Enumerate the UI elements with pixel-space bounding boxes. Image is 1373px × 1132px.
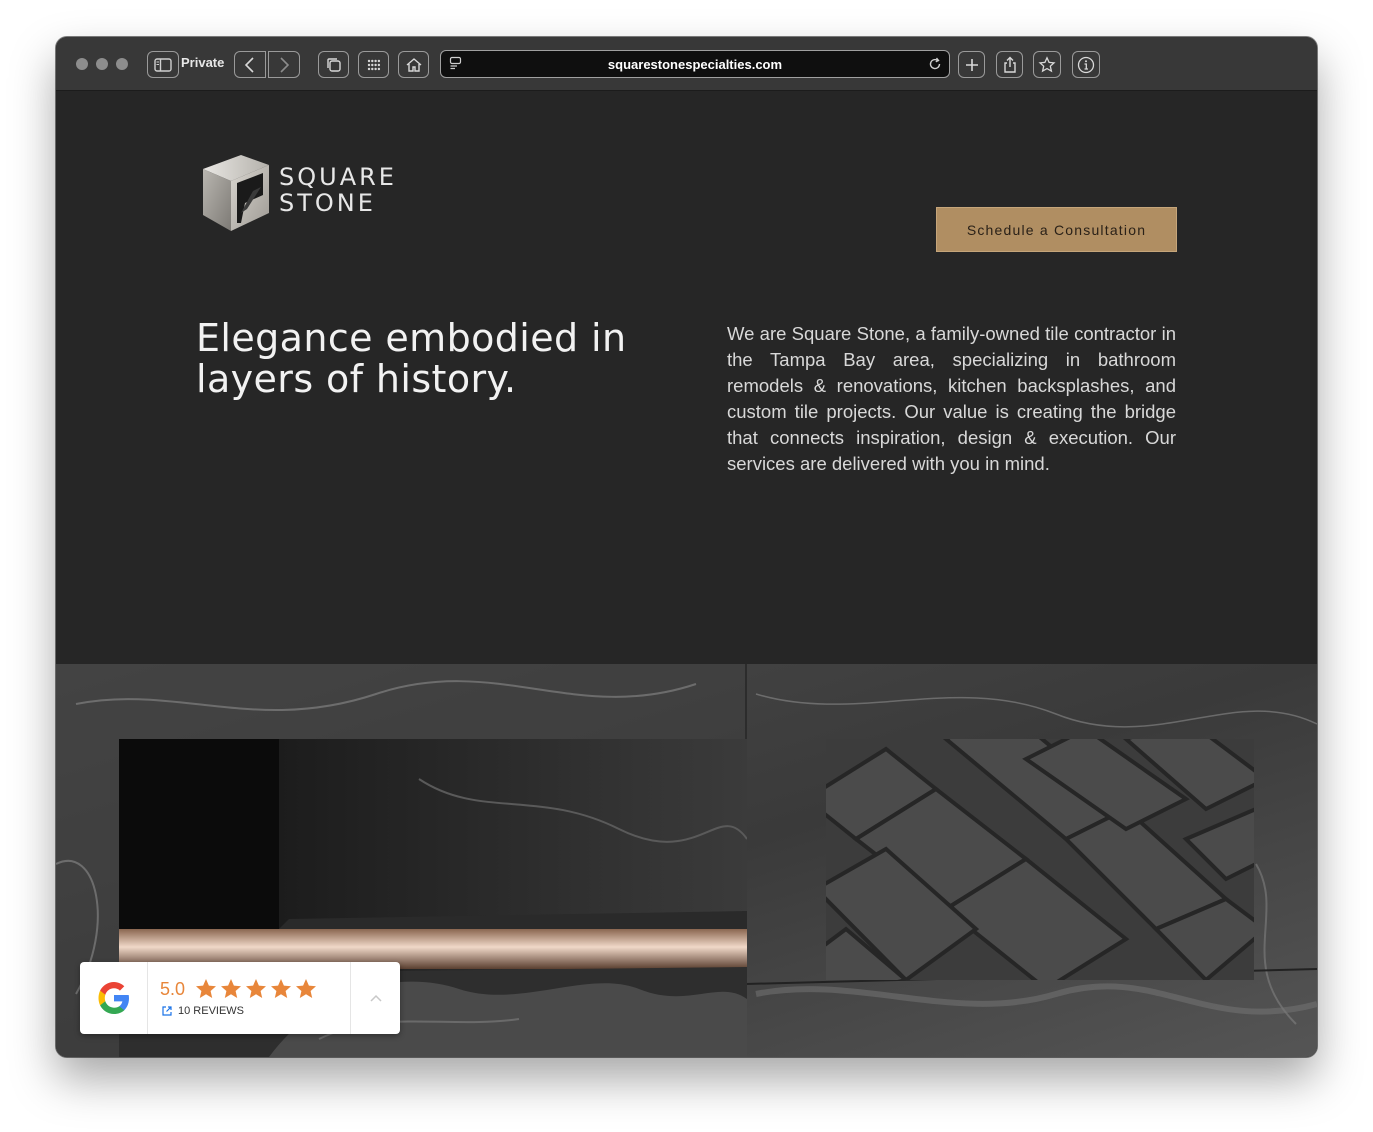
tabs-icon bbox=[326, 57, 341, 72]
info-icon bbox=[1077, 56, 1095, 73]
private-mode-label: Private bbox=[181, 55, 225, 70]
sidebar-toggle-button[interactable] bbox=[147, 51, 179, 78]
reload-icon[interactable] bbox=[927, 56, 943, 72]
star-icon bbox=[196, 979, 216, 998]
reviews-count: 10 REVIEWS bbox=[178, 1005, 245, 1017]
google-reviews-widget[interactable]: 5.0 10 REVIEWS bbox=[80, 962, 400, 1034]
star-icon bbox=[271, 979, 291, 998]
chevron-left-icon bbox=[244, 56, 254, 73]
home-icon bbox=[406, 57, 421, 72]
cube-logo-icon bbox=[203, 155, 269, 231]
herringbone-tile-photo bbox=[826, 739, 1254, 980]
intro-paragraph: We are Square Stone, a family-owned tile… bbox=[727, 323, 1176, 474]
google-g-icon bbox=[98, 982, 129, 1014]
site-info-button[interactable] bbox=[1072, 51, 1100, 78]
external-link-icon bbox=[162, 1006, 172, 1016]
star-icon bbox=[221, 979, 241, 998]
chevron-up-icon bbox=[369, 994, 382, 1002]
chevron-right-icon bbox=[280, 56, 290, 73]
minimize-window-button[interactable] bbox=[96, 58, 108, 70]
schedule-consultation-button[interactable]: Schedule a Consultation bbox=[936, 207, 1177, 252]
rating-value: 5.0 bbox=[160, 979, 186, 999]
forward-button[interactable] bbox=[268, 51, 300, 78]
app-grid-button[interactable] bbox=[358, 51, 389, 78]
star-icon bbox=[1038, 55, 1056, 72]
tab-overview-button[interactable] bbox=[318, 51, 349, 78]
star-icon bbox=[246, 979, 266, 998]
collapse-widget-button[interactable] bbox=[350, 962, 400, 1034]
hero-headline: Elegance embodied in layers of history. bbox=[196, 316, 627, 401]
plus-icon bbox=[965, 58, 978, 71]
close-window-button[interactable] bbox=[76, 58, 88, 70]
url-text: squarestonespecialties.com bbox=[607, 57, 783, 72]
bookmark-button[interactable] bbox=[1033, 51, 1061, 78]
browser-window: Private squarestonespecialties.com SQUAR… bbox=[56, 37, 1317, 1057]
new-tab-button[interactable] bbox=[958, 51, 985, 78]
logo-word-square: SQUARE bbox=[279, 163, 397, 191]
share-button[interactable] bbox=[996, 51, 1023, 78]
logo-word-stone: STONE bbox=[279, 189, 376, 217]
browser-toolbar: Private squarestonespecialties.com bbox=[56, 37, 1317, 91]
star-icon bbox=[296, 979, 316, 998]
herringbone-tile-image bbox=[826, 739, 1254, 980]
sidebar-icon bbox=[154, 57, 172, 72]
reviews-link[interactable]: 10 REVIEWS bbox=[162, 1005, 244, 1017]
zoom-window-button[interactable] bbox=[116, 58, 128, 70]
web-page: SQUARE STONE Schedule a Consultation Ele… bbox=[56, 91, 1317, 1057]
back-button[interactable] bbox=[234, 51, 266, 78]
star-rating bbox=[194, 978, 318, 1000]
site-logo[interactable]: SQUARE STONE bbox=[201, 153, 411, 233]
google-logo-cell bbox=[80, 962, 148, 1034]
share-icon bbox=[1003, 56, 1016, 73]
address-bar[interactable]: squarestonespecialties.com bbox=[440, 50, 950, 78]
grid-icon bbox=[367, 59, 380, 70]
home-button[interactable] bbox=[398, 51, 429, 78]
